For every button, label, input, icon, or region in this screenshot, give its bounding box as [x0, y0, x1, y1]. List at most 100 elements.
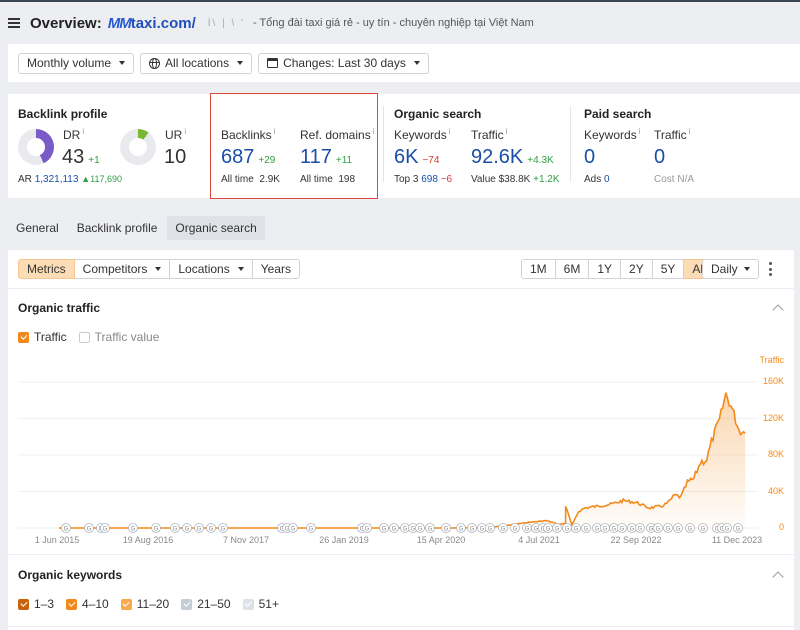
range-selector: 1M 6M 1Y 2Y 5Y All: [521, 259, 715, 279]
dr-delta: +1: [88, 155, 100, 166]
range-1y[interactable]: 1Y: [589, 259, 622, 279]
google-update-marker: G: [617, 523, 627, 533]
tab-organic-search[interactable]: Organic search: [167, 216, 265, 240]
caret-down-icon: [237, 267, 244, 271]
target-domain[interactable]: MMtaxi.com/: [108, 15, 196, 32]
os-traffic-value[interactable]: 92.6K: [471, 146, 523, 168]
svg-text:G: G: [418, 527, 423, 533]
collapse-chevron-icon[interactable]: [772, 571, 784, 583]
caret-down-icon: [237, 61, 244, 65]
svg-text:G: G: [595, 527, 600, 533]
google-update-marker: G: [170, 523, 180, 533]
google-update-marker: G: [698, 523, 708, 533]
value-label: Value: [471, 174, 496, 185]
ads-row: Ads 0: [584, 174, 610, 185]
svg-text:G: G: [603, 527, 608, 533]
more-options-icon[interactable]: [768, 262, 772, 276]
google-update-marker: G: [100, 523, 110, 533]
svg-text:G: G: [173, 527, 178, 533]
y-tick-label: 160K: [762, 376, 784, 387]
info-icon[interactable]: i: [689, 127, 691, 136]
keyword-position-toggles: 1–3 4–10 11–20 21–50 51+: [18, 597, 286, 611]
paid-search-block: Paid search Keywords i 0 Ads 0 Traffic i 0…: [584, 94, 764, 198]
range-5y[interactable]: 5Y: [652, 259, 685, 279]
position-1-3-checkbox[interactable]: [18, 598, 29, 610]
competitors-label: Competitors: [82, 262, 148, 276]
svg-text:G: G: [87, 527, 92, 533]
info-icon[interactable]: i: [184, 127, 186, 136]
locations-view-dropdown[interactable]: Locations: [170, 259, 253, 279]
info-icon[interactable]: i: [449, 127, 451, 136]
range-1m[interactable]: 1M: [521, 259, 556, 279]
google-update-marker: G: [306, 523, 316, 533]
svg-text:G: G: [584, 527, 589, 533]
traffic-checkbox[interactable]: [18, 331, 29, 343]
svg-text:G: G: [488, 527, 493, 533]
google-update-marker: G: [733, 523, 743, 533]
position-4-10-checkbox[interactable]: [66, 598, 78, 610]
dr-donut-chart: [18, 129, 54, 165]
svg-text:G: G: [221, 527, 226, 533]
svg-text:G: G: [103, 527, 108, 533]
tab-general[interactable]: General: [8, 216, 67, 240]
caret-down-icon: [155, 267, 162, 271]
svg-text:G: G: [565, 527, 570, 533]
svg-text:G: G: [154, 527, 159, 533]
google-update-marker: G: [218, 523, 228, 533]
cost-label: Cost: [654, 174, 675, 185]
divider: [8, 288, 794, 289]
page-title: Overview:: [30, 14, 102, 32]
view-toolbar: Metrics Competitors Locations Years: [18, 259, 300, 279]
svg-text:G: G: [382, 527, 387, 533]
years-button[interactable]: Years: [252, 259, 300, 279]
locations-dropdown[interactable]: All locations: [140, 52, 253, 74]
google-update-marker: G: [441, 523, 451, 533]
organic-keywords-title: Organic keywords: [18, 568, 123, 582]
ps-traffic-value[interactable]: 0: [654, 146, 665, 168]
range-6m[interactable]: 6M: [555, 259, 590, 279]
svg-text:G: G: [444, 527, 449, 533]
position-51-plus-checkbox[interactable]: [242, 598, 254, 610]
ads-value[interactable]: 0: [604, 174, 610, 185]
info-icon[interactable]: i: [506, 127, 508, 136]
traffic-value-checkbox-label: Traffic value: [94, 330, 160, 344]
ar-value[interactable]: 1,321,113: [35, 174, 79, 185]
google-update-marker: G: [467, 523, 477, 533]
google-update-marker: G: [128, 523, 138, 533]
divider: [383, 106, 384, 182]
tab-backlink-profile[interactable]: Backlink profile: [69, 216, 166, 240]
ur-donut-chart: [120, 129, 156, 165]
os-keywords-value[interactable]: 6K: [394, 146, 418, 168]
top3-row: Top 3 698 −6: [394, 174, 452, 185]
menu-icon[interactable]: [8, 18, 20, 28]
x-tick-label: 7 Nov 2017: [222, 535, 270, 545]
google-update-marker: G: [552, 523, 562, 533]
competitors-dropdown[interactable]: Competitors: [74, 259, 171, 279]
range-2y[interactable]: 2Y: [621, 259, 653, 279]
metrics-button[interactable]: Metrics: [18, 259, 75, 279]
svg-text:G: G: [555, 527, 560, 533]
google-update-marker: G: [600, 523, 610, 533]
top3-value[interactable]: 698: [421, 174, 438, 185]
svg-text:G: G: [185, 527, 190, 533]
position-11-20-checkbox[interactable]: [120, 598, 132, 610]
info-icon[interactable]: i: [82, 127, 84, 136]
collapse-chevron-icon[interactable]: [772, 304, 784, 316]
traffic-value-checkbox[interactable]: [78, 331, 90, 343]
y-tick-label: 0: [778, 522, 784, 532]
granularity-dropdown[interactable]: Daily: [702, 259, 759, 279]
backlink-profile-block: Backlink profile DR i 43 +1 UR i 10 AR 1,32…: [18, 94, 208, 198]
granularity-label: Daily: [711, 262, 738, 276]
organic-search-block: Organic search Keywords i 6K −74 Top 3 698…: [394, 94, 574, 198]
scrollbar-track[interactable]: [794, 250, 800, 630]
filter-bar: Monthly volume All locations Changes: La…: [8, 44, 800, 82]
google-update-marker: G: [562, 523, 572, 533]
volume-dropdown[interactable]: Monthly volume: [18, 52, 135, 74]
changes-dropdown[interactable]: Changes: Last 30 days: [258, 52, 429, 74]
ps-keywords-value[interactable]: 0: [584, 146, 595, 168]
google-update-marker: G: [498, 523, 508, 533]
os-keywords-value-row: 6K −74: [394, 146, 439, 169]
position-21-50-checkbox[interactable]: [181, 598, 193, 610]
info-icon[interactable]: i: [639, 127, 641, 136]
google-update-marker: G: [288, 523, 298, 533]
